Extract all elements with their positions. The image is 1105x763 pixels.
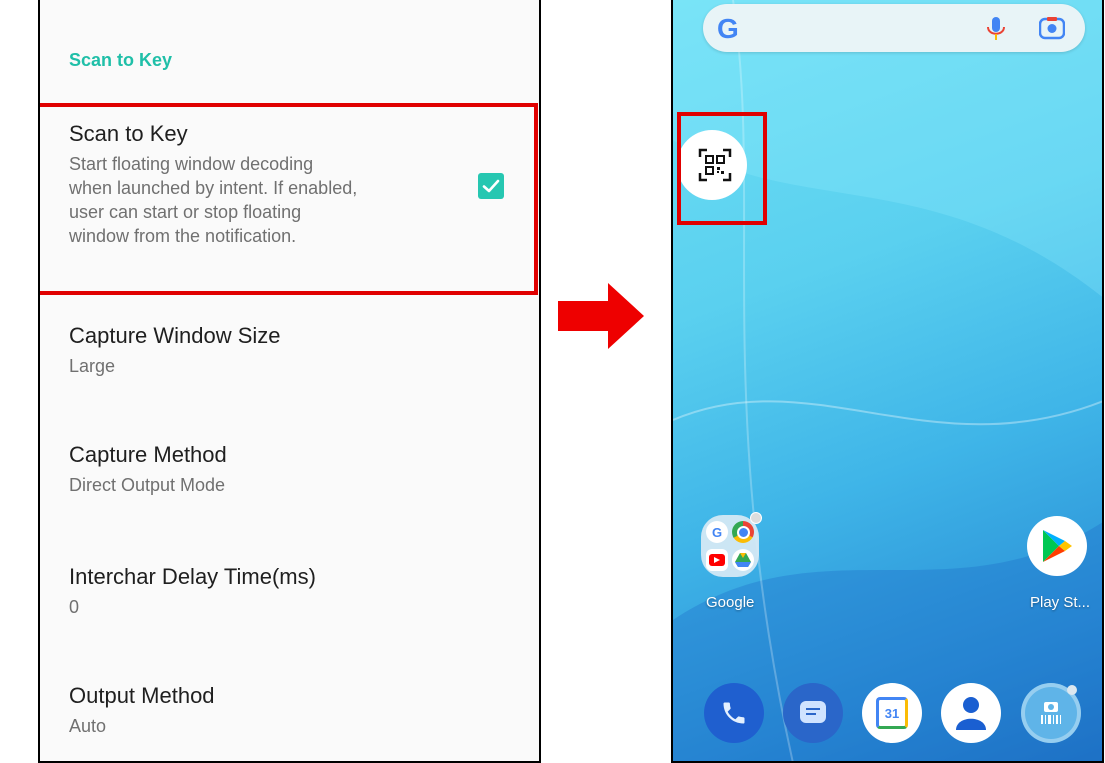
pref-output-method[interactable]: Output Method Auto [69,682,529,738]
contacts-icon[interactable] [941,683,1001,743]
calendar-icon[interactable]: 31 [862,683,922,743]
notification-dot [750,512,762,524]
google-g-icon: G [717,13,739,44]
pref-capture-method[interactable]: Capture Method Direct Output Mode [69,441,529,497]
google-g-icon: G [706,521,728,543]
chrome-icon [732,521,754,543]
drive-icon [732,549,754,571]
pref-capture-window-size[interactable]: Capture Window Size Large [69,322,529,378]
home-screen: G G Google Play St... 31 [671,0,1104,763]
phone-icon[interactable] [704,683,764,743]
messages-icon[interactable] [783,683,843,743]
right-arrow-icon [558,283,644,349]
play-store-glyph [1043,530,1072,562]
pref-title: Capture Method [69,442,227,467]
highlight-box-bubble [677,112,767,225]
google-folder[interactable]: G [701,512,762,577]
play-store-label: Play St... [1030,594,1091,611]
pref-value: 0 [69,597,80,617]
mic-icon[interactable] [986,16,1006,42]
google-search-bar[interactable]: G [703,4,1085,52]
pref-interchar-delay[interactable]: Interchar Delay Time(ms) 0 [69,563,529,619]
lens-icon[interactable] [1039,16,1065,40]
scanner-app-icon[interactable] [1021,683,1081,743]
notification-dot [1067,685,1077,695]
google-folder-label: Google [706,594,755,611]
pref-value: Large [69,356,116,376]
settings-panel: Scan to Key Scan to Key Start floating w… [38,0,541,763]
pref-title: Interchar Delay Time(ms) [69,564,316,589]
pref-title: Capture Window Size [69,323,281,348]
youtube-icon [706,549,728,571]
play-store-icon[interactable] [1027,516,1087,576]
pref-value: Direct Output Mode [69,475,226,495]
highlight-box-scan-to-key [40,103,538,295]
pref-title: Output Method [69,683,215,708]
pref-value: Auto [69,716,107,736]
section-header: Scan to Key [69,50,173,70]
calendar-day: 31 [876,697,908,729]
